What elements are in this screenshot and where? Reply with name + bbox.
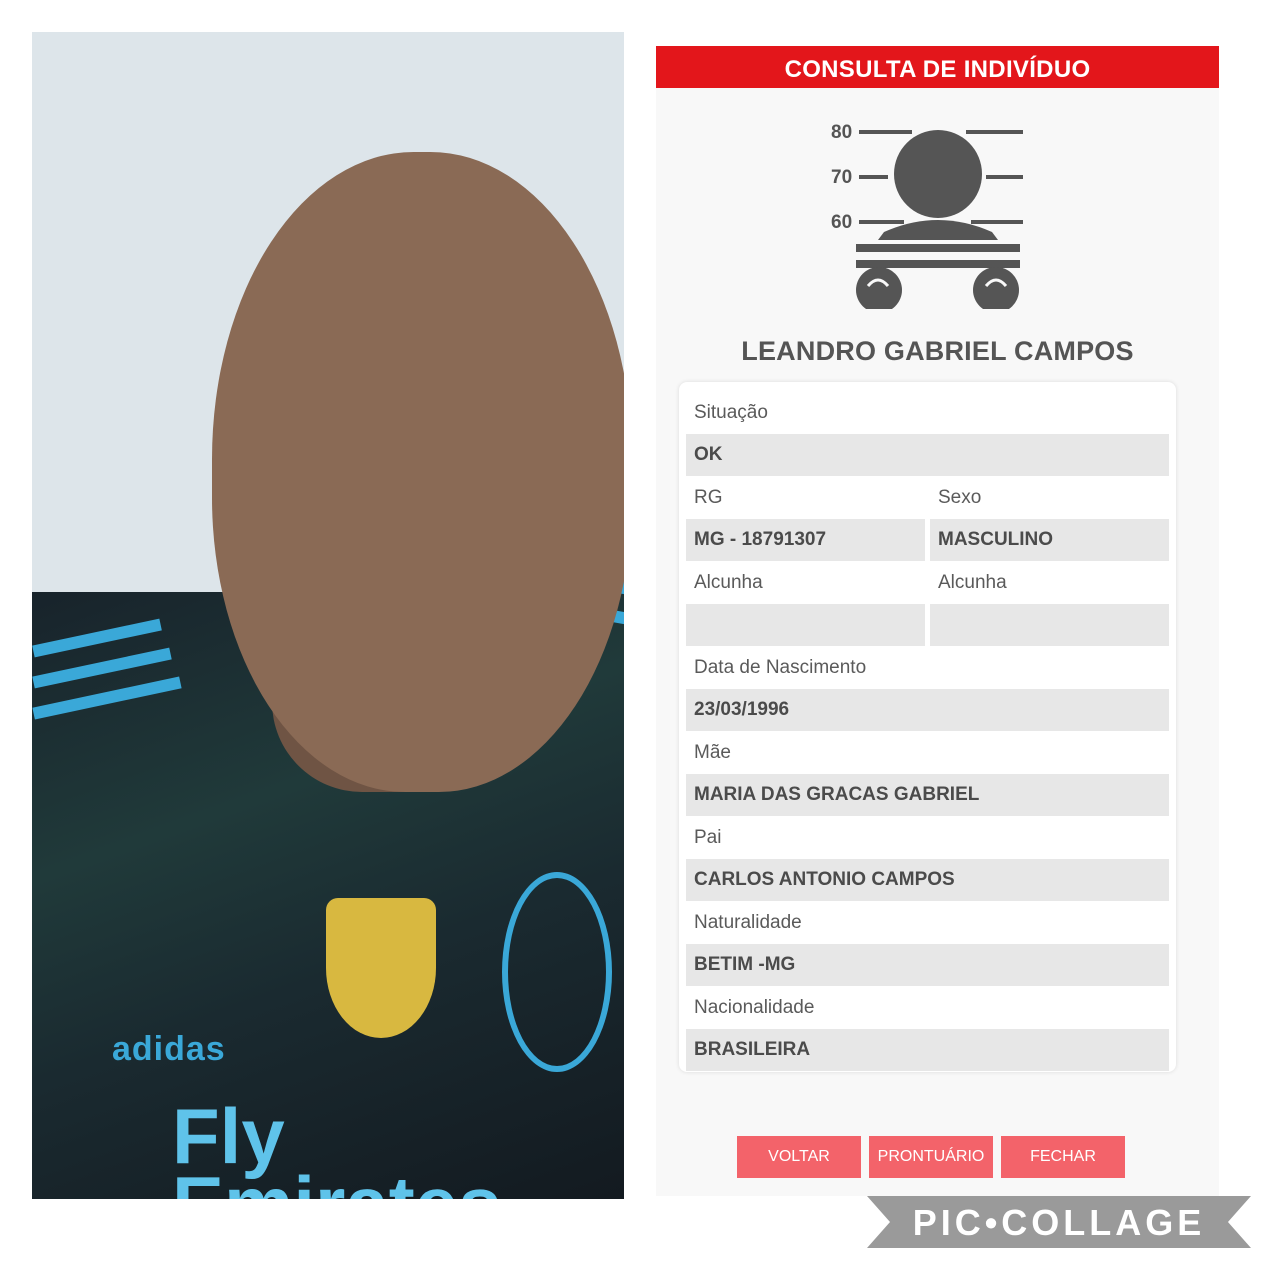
- panel-title: CONSULTA DE INDIVÍDUO: [656, 46, 1219, 88]
- naturalidade-label: Naturalidade: [694, 912, 802, 933]
- pic-collage-watermark: PIC•COLLAGE: [867, 1196, 1251, 1248]
- watermark-text: PIC•COLLAGE: [912, 1202, 1206, 1243]
- person-photo: adidas Fly Emirates: [32, 32, 624, 1199]
- situacao-value: OK: [686, 434, 1169, 476]
- height-mark-80: 80: [831, 124, 852, 143]
- naturalidade-value: BETIM -MG: [686, 944, 1169, 986]
- person-head-placeholder: [212, 152, 624, 792]
- nacionalidade-value: BRASILEIRA: [686, 1029, 1169, 1071]
- consulta-panel: CONSULTA DE INDIVÍDUO 80 70 60 LEANDRO G…: [656, 46, 1219, 1196]
- pai-value: CARLOS ANTONIO CAMPOS: [686, 859, 1169, 901]
- individual-details-card[interactable]: Situação OK RG Sexo MG - 18791307 MASCUL…: [679, 382, 1176, 1072]
- sexo-value: MASCULINO: [930, 519, 1169, 561]
- voltar-button[interactable]: VOLTAR: [737, 1136, 861, 1178]
- sexo-label: Sexo: [938, 487, 982, 508]
- jersey-brand-text: adidas: [112, 1030, 226, 1068]
- fechar-button[interactable]: FECHAR: [1001, 1136, 1125, 1178]
- mae-value: MARIA DAS GRACAS GABRIEL: [686, 774, 1169, 816]
- alcunha-value: [686, 604, 925, 646]
- pai-label: Pai: [694, 827, 722, 848]
- person-name: LEANDRO GABRIEL CAMPOS: [741, 336, 1134, 366]
- club-crest-icon: [502, 872, 612, 1072]
- prontuario-button[interactable]: PRONTUÁRIO: [869, 1136, 993, 1178]
- mugshot-silhouette-icon: 80 70 60: [831, 124, 1023, 309]
- nascimento-label: Data de Nascimento: [694, 657, 867, 678]
- nacionalidade-label: Nacionalidade: [694, 997, 815, 1018]
- height-mark-70: 70: [831, 167, 852, 188]
- mae-label: Mãe: [694, 742, 731, 763]
- rg-value: MG - 18791307: [686, 519, 925, 561]
- situacao-label: Situação: [694, 402, 768, 423]
- jersey-sponsor-text: Fly Emirates: [172, 1092, 502, 1199]
- nascimento-value: 23/03/1996: [686, 689, 1169, 731]
- alcunha-label: Alcunha: [694, 572, 763, 593]
- alcunha-label-2: Alcunha: [938, 572, 1007, 593]
- height-mark-60: 60: [831, 212, 852, 233]
- rg-label: RG: [694, 487, 723, 508]
- alcunha-value-2: [930, 604, 1169, 646]
- jersey-badge-icon: [326, 898, 436, 1038]
